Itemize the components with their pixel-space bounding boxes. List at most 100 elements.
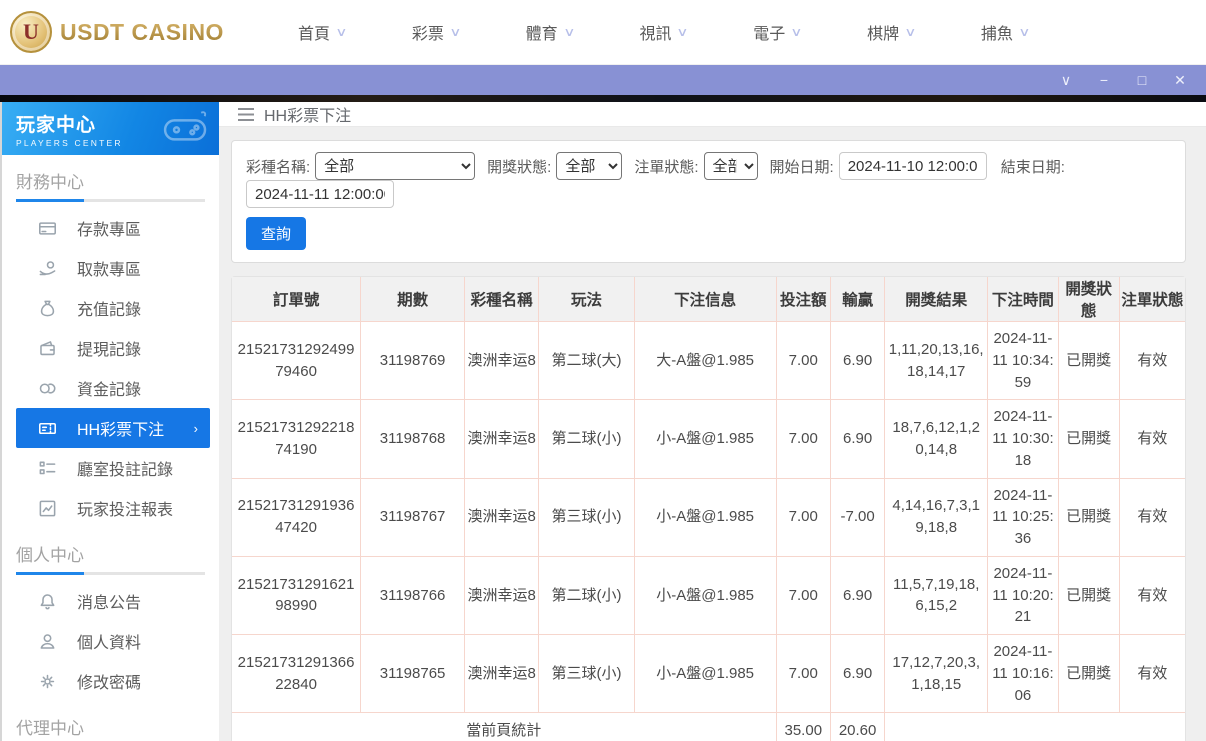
table-cell: 第二球(小)	[538, 555, 635, 636]
order-status-select[interactable]: 全部	[703, 152, 758, 180]
chevron-down-icon: ∨	[904, 25, 917, 39]
nav-item-label: 棋牌	[867, 26, 900, 43]
sidebar-item-hall-record-list[interactable]: 廳室投註記錄	[16, 448, 210, 488]
end-date-input[interactable]	[246, 180, 394, 208]
table-cell: -7.00	[829, 477, 886, 557]
sidebar-item-lottery-ticket[interactable]: HH彩票下注 ›	[16, 408, 210, 448]
column-header: 開獎狀態	[1057, 277, 1120, 322]
sidebar-item-user[interactable]: 個人資料	[16, 621, 210, 661]
recharge-moneybag-icon	[38, 299, 57, 318]
table-cell: 澳洲幸运8	[464, 555, 540, 636]
draw-status-label: 開獎狀態:	[487, 158, 552, 176]
background-strip	[0, 95, 1206, 102]
chevron-down-icon: ∨	[1018, 25, 1031, 39]
nav-item-3[interactable]: 體育 ∨	[526, 20, 576, 44]
sidebar-item-recharge-moneybag[interactable]: 充值記錄	[16, 288, 210, 328]
table-cell: 7.00	[775, 477, 831, 557]
sidebar-item-label: 廳室投註記錄	[77, 462, 174, 479]
table-cell: 已開獎	[1057, 399, 1120, 479]
table-cell: 澳洲幸运8	[464, 320, 540, 401]
column-header: 下注信息	[633, 277, 777, 322]
nav-item-1[interactable]: 首頁 ∨	[298, 20, 348, 44]
column-header: 輸贏	[829, 277, 886, 322]
sidebar-item-bell[interactable]: 消息公告	[16, 581, 210, 621]
close-icon[interactable]: ✕	[1172, 73, 1188, 87]
sidebar-item-funds-coins[interactable]: 資金記錄	[16, 368, 210, 408]
summary-label: 當前頁統計	[232, 712, 777, 741]
sidebar-item-gear[interactable]: 修改密碼	[16, 661, 210, 701]
table-row: 2152173129193647420 31198767 澳洲幸运8 第三球(小) 小-…	[232, 477, 1185, 557]
end-date-label: 結束日期:	[1000, 158, 1065, 176]
bets-table-panel: 訂單號 期數 彩種名稱 玩法 下注信息 投注額 輸贏 開獎結果 下注時間 開獎狀態 注單狀態 215…	[231, 276, 1186, 741]
chevron-down-icon: ∨	[449, 25, 462, 39]
table-cell: 大-A盤@1.985	[633, 320, 777, 401]
start-date-input[interactable]	[838, 152, 987, 180]
nav-item-2[interactable]: 彩票 ∨	[412, 20, 462, 44]
sidebar-item-label: 修改密碼	[77, 675, 142, 692]
sidebar-item-label: 充值記錄	[77, 302, 142, 319]
brand-logo[interactable]: U USDT CASINO	[10, 11, 240, 53]
sidebar-item-report-chart[interactable]: 玩家投注報表	[16, 488, 210, 528]
nav-item-4[interactable]: 視訊 ∨	[639, 20, 689, 44]
usdt-coin-icon: U	[10, 11, 52, 53]
table-cell: 7.00	[775, 633, 831, 714]
minimize-icon[interactable]: −	[1096, 73, 1112, 87]
table-cell: 澳洲幸运8	[464, 399, 540, 479]
chevron-down-icon: ∨	[562, 25, 576, 39]
report-chart-icon	[38, 499, 57, 518]
bell-icon	[38, 592, 57, 611]
table-cell: 6.90	[829, 320, 886, 401]
maximize-icon[interactable]: □	[1134, 73, 1150, 87]
table-cell: 7.00	[775, 320, 831, 401]
table-row: 2152173129221874190 31198768 澳洲幸运8 第二球(小) 小-…	[232, 399, 1185, 479]
hamburger-menu-icon[interactable]	[238, 107, 254, 121]
draw-status-select[interactable]: 全部	[556, 152, 623, 180]
column-header: 彩種名稱	[464, 277, 540, 322]
table-header-row: 訂單號 期數 彩種名稱 玩法 下注信息 投注額 輸贏 開獎結果 下注時間 開獎狀態 注單狀態	[232, 277, 1185, 322]
search-button[interactable]: 查詢	[246, 217, 307, 250]
table-cell: 澳洲幸运8	[464, 477, 540, 557]
column-header: 訂單號	[232, 277, 362, 322]
nav-item-label: 首頁	[298, 26, 331, 43]
table-cell: 有效	[1118, 477, 1185, 557]
table-cell: 已開獎	[1057, 555, 1120, 636]
funds-coins-icon	[38, 379, 57, 398]
brand-name: USDT CASINO	[60, 18, 224, 45]
table-cell: 有效	[1118, 633, 1185, 714]
table-cell: 2152173129221874190	[232, 399, 362, 479]
table-cell: 第二球(大)	[538, 320, 635, 401]
nav-item-6[interactable]: 棋牌 ∨	[867, 20, 917, 44]
table-cell: 有效	[1118, 399, 1185, 479]
table-cell: 31198766	[360, 555, 466, 636]
sidebar-item-label: 玩家投注報表	[77, 502, 174, 519]
summary-winloss-total: 20.60	[829, 712, 886, 741]
user-icon	[38, 632, 57, 651]
table-cell: 4,14,16,7,3,19,18,8	[884, 477, 989, 557]
page-title: HH彩票下注	[264, 108, 352, 125]
withdraw-hand-icon	[38, 259, 57, 278]
column-header: 投注額	[775, 277, 831, 322]
sidebar-item-deposit-card[interactable]: 存款專區	[16, 208, 210, 248]
column-header: 玩法	[538, 277, 635, 322]
withdraw-record-wallet-icon	[38, 339, 57, 358]
sidebar-item-label: 個人資料	[77, 635, 142, 652]
bets-table: 訂單號 期數 彩種名稱 玩法 下注信息 投注額 輸贏 開獎結果 下注時間 開獎狀態 注單狀態 215…	[232, 277, 1185, 741]
gear-icon	[38, 672, 57, 691]
sidebar-item-withdraw-record-wallet[interactable]: 提現記錄	[16, 328, 210, 368]
nav-item-5[interactable]: 電子 ∨	[753, 20, 803, 44]
table-cell: 1,11,20,13,16,18,14,17	[884, 320, 989, 401]
table-cell: 2024-11-11 10:34:59	[987, 320, 1059, 401]
sidebar-item-withdraw-hand[interactable]: 取款專區	[16, 248, 210, 288]
lottery-name-label: 彩種名稱:	[246, 158, 311, 176]
lottery-name-select[interactable]: 全部	[315, 152, 476, 180]
filter-panel: 彩種名稱: 全部 開獎狀態: 全部 注單狀態: 全部 開始日期: 結束日期: 查…	[231, 140, 1186, 263]
table-cell: 31198765	[360, 633, 466, 714]
sidebar: 玩家中心 PLAYERS CENTER 財務中心 存款專區 取款專區 充值記錄 提現記錄…	[0, 102, 219, 741]
table-cell: 17,12,7,20,3,1,18,15	[884, 633, 989, 714]
table-cell: 第三球(小)	[538, 477, 635, 557]
table-cell: 已開獎	[1057, 633, 1120, 714]
chevron-down-icon[interactable]: ∨	[1058, 73, 1074, 87]
table-cell: 2152173129162198990	[232, 555, 362, 636]
table-cell: 18,7,6,12,1,20,14,8	[884, 399, 989, 479]
nav-item-7[interactable]: 捕魚 ∨	[981, 20, 1031, 44]
